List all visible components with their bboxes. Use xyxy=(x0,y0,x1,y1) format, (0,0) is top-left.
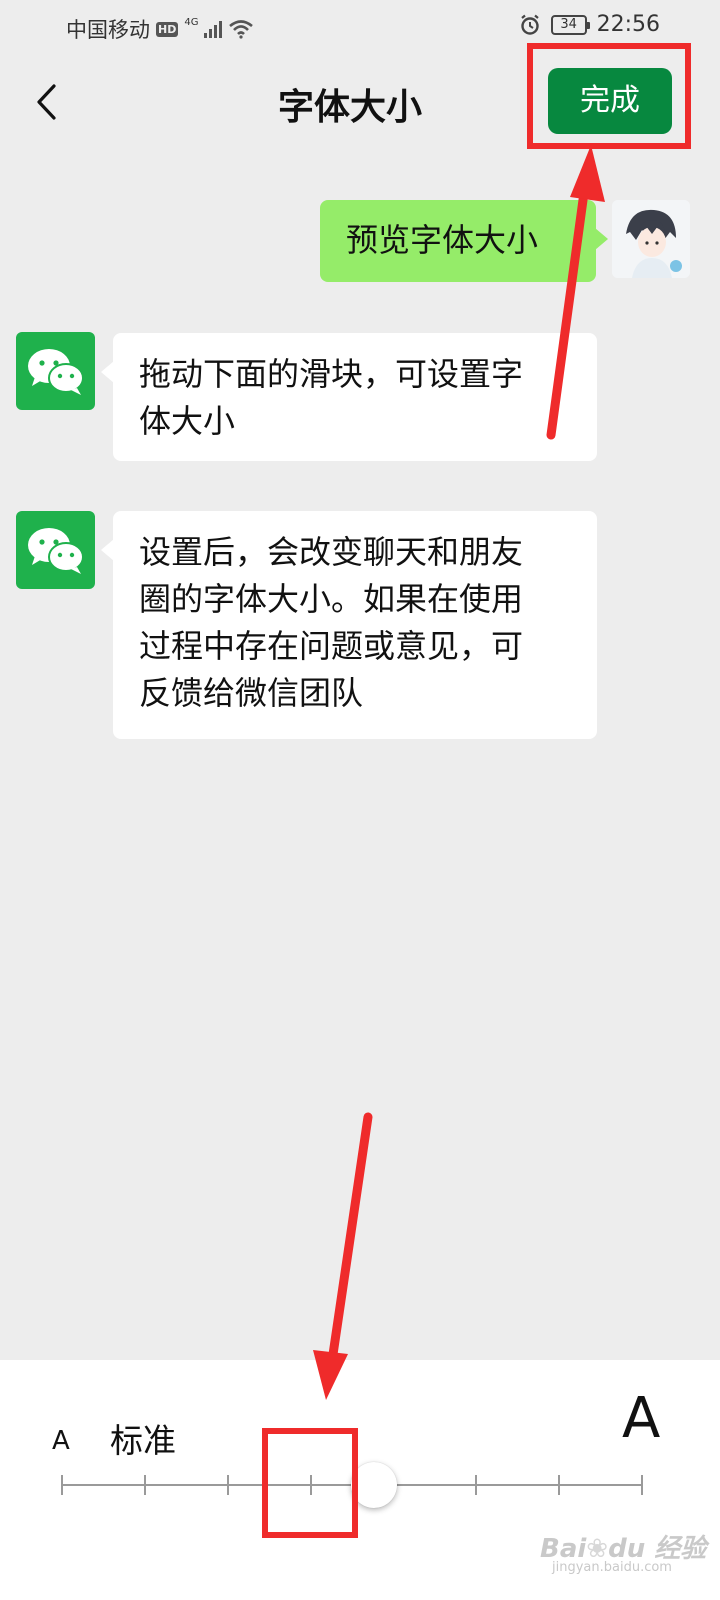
watermark-url: jingyan.baidu.com xyxy=(552,1560,672,1575)
battery-icon: 34 xyxy=(550,14,590,35)
slider-tick xyxy=(475,1475,477,1495)
wifi-icon xyxy=(229,20,254,39)
slider-tick xyxy=(61,1475,63,1495)
message-line: 设置后，会改变聊天和朋友 xyxy=(139,533,524,571)
signal-icon xyxy=(204,20,223,38)
status-right: 34 22:56 xyxy=(519,12,660,37)
slider-tick xyxy=(144,1475,146,1495)
slider-tick xyxy=(558,1475,560,1495)
done-button-highlight xyxy=(527,43,691,149)
wechat-avatar[interactable] xyxy=(16,511,95,589)
message-line: 体大小 xyxy=(139,402,236,440)
wechat-avatar[interactable] xyxy=(16,332,95,410)
chat-bubble-system: 拖动下面的滑块，可设置字 体大小 xyxy=(101,333,597,461)
slider-tick xyxy=(227,1475,229,1495)
wechat-logo-icon xyxy=(27,349,84,395)
alarm-icon xyxy=(520,14,539,35)
carrier-name: 中国移动 xyxy=(66,18,150,42)
hd-badge: HD xyxy=(156,21,179,37)
slider-tick xyxy=(641,1475,643,1495)
clock-time: 22:56 xyxy=(596,12,660,37)
small-font-label: A xyxy=(52,1426,70,1456)
chat-bubble-user: 预览字体大小 xyxy=(320,200,608,282)
message-line: 过程中存在问题或意见，可 xyxy=(139,627,524,665)
chat-bubble-system: 设置后，会改变聊天和朋友 圈的字体大小。如果在使用 过程中存在问题或意见，可 反… xyxy=(101,511,597,739)
message-text: 预览字体大小 xyxy=(346,221,539,259)
status-left: 中国移动 HD 4G xyxy=(66,14,254,44)
user-avatar[interactable] xyxy=(612,200,690,278)
slider-thumb-highlight xyxy=(262,1428,358,1538)
current-size-label: 标准 xyxy=(110,1421,176,1460)
message-line: 圈的字体大小。如果在使用 xyxy=(139,580,524,618)
network-type: 4G xyxy=(184,16,199,28)
battery-level: 34 xyxy=(560,16,577,32)
message-line: 反馈给微信团队 xyxy=(139,674,364,712)
arrow-to-slider-thumb xyxy=(313,1112,373,1400)
wechat-logo-icon xyxy=(27,528,84,574)
large-font-label: A xyxy=(622,1386,661,1451)
user-avatar-image xyxy=(612,200,690,278)
message-line: 拖动下面的滑块，可设置字 xyxy=(139,355,524,393)
